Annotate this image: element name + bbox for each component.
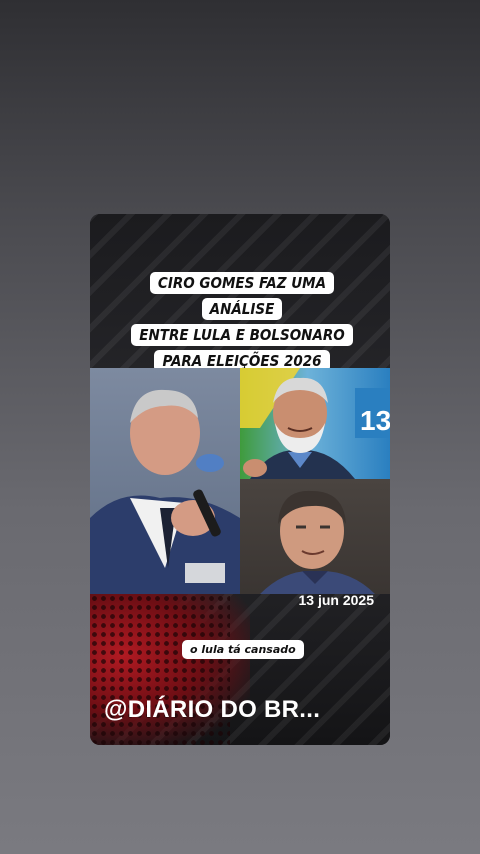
headline-line-2: ENTRE LULA E BOLSONARO [131,324,353,346]
headline: CIRO GOMES FAZ UMA ANÁLISE ENTRE LULA E … [120,270,364,374]
account-handle[interactable]: @DIÁRIO DO BR... [104,696,320,724]
headline-line-1: CIRO GOMES FAZ UMA ANÁLISE [149,272,335,320]
backdrop-number: 13 [360,405,390,436]
ciro-gomes-photo [90,368,240,594]
caption-label: o lula tá cansado [182,640,304,659]
bolsonaro-photo [240,479,390,594]
lula-photo: 13 [240,368,390,479]
story-card[interactable]: CIRO GOMES FAZ UMA ANÁLISE ENTRE LULA E … [90,214,390,745]
date-label: 13 jun 2025 [298,592,375,608]
